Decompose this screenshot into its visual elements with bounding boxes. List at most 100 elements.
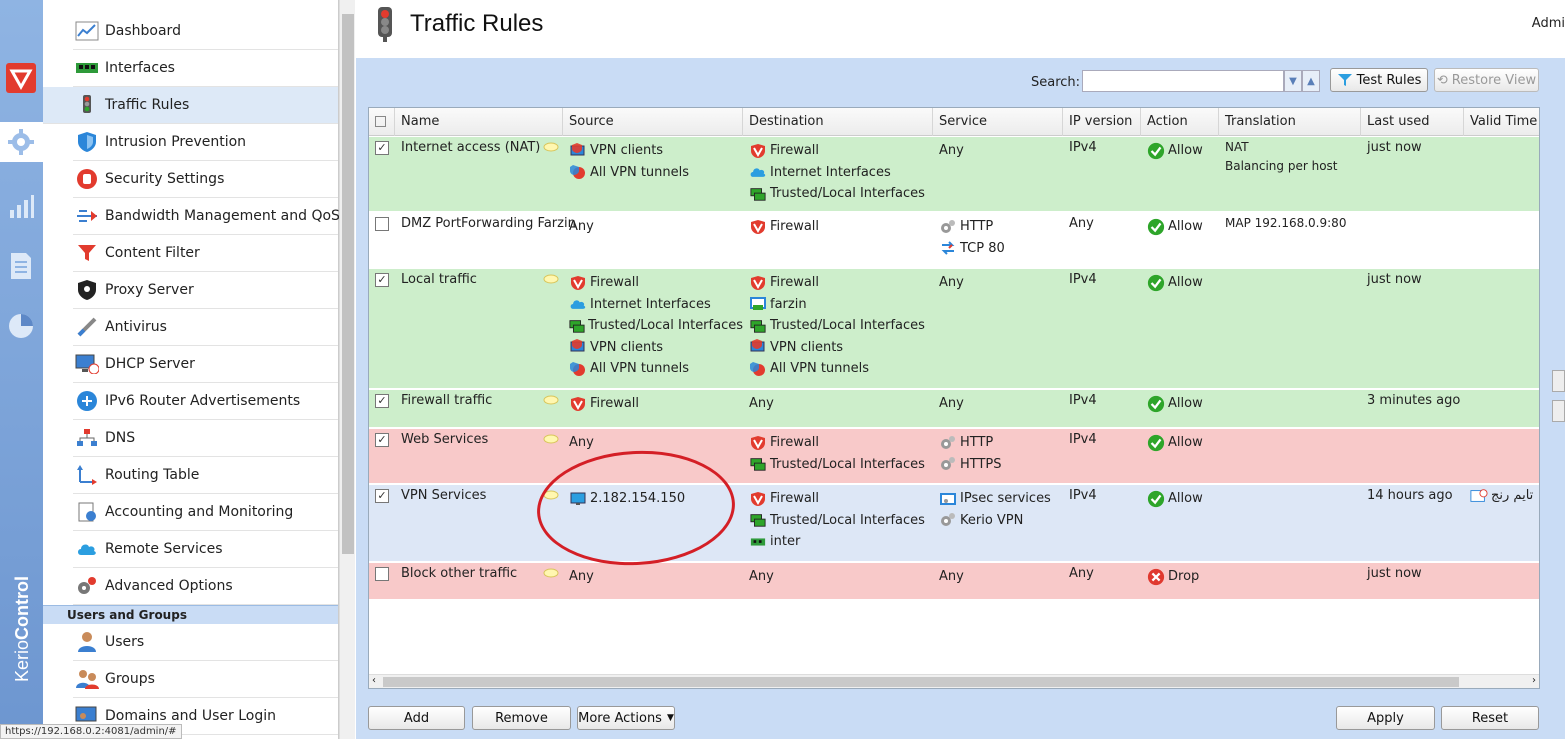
- sidebar-item-users[interactable]: Users: [73, 624, 338, 661]
- table-row[interactable]: ✓ Local traffic Firewall Internet Interface…: [369, 269, 1539, 389]
- sidebar-item-content-filter[interactable]: Content Filter: [73, 235, 338, 272]
- sidebar-item-remote-services[interactable]: Remote Services: [73, 531, 338, 568]
- sidebar-item-proxy-server[interactable]: Proxy Server: [73, 272, 338, 309]
- rule-name[interactable]: Block other traffic: [401, 566, 517, 581]
- add-button[interactable]: Add: [368, 706, 465, 730]
- scrollbar-thumb[interactable]: [342, 14, 354, 554]
- column-header-action[interactable]: Action: [1141, 108, 1219, 136]
- table-row[interactable]: ✓ Internet access (NAT) VPN clients All VPN…: [369, 137, 1539, 212]
- rule-enabled-checkbox[interactable]: ✓: [375, 141, 389, 155]
- configuration-gear-icon[interactable]: [5, 126, 37, 158]
- sidebar-item-ipv6-router-advertisements[interactable]: IPv6 Router Advertisements: [73, 383, 338, 420]
- sidebar-item-dashboard[interactable]: Dashboard: [73, 13, 338, 50]
- table-row[interactable]: ✓ Firewall traffic Firewall Any Any IPv4 Allow…: [369, 390, 1539, 428]
- logs-document-icon[interactable]: [5, 250, 37, 282]
- search-input[interactable]: [1082, 70, 1284, 92]
- comment-bubble-icon[interactable]: [543, 141, 559, 152]
- more-actions-button[interactable]: More Actions ▼: [577, 706, 675, 730]
- column-header-last-used[interactable]: Last used: [1361, 108, 1464, 136]
- rule-enabled-checkbox[interactable]: ✓: [375, 273, 389, 287]
- rule-enabled-checkbox[interactable]: ✓: [375, 489, 389, 503]
- rule-name[interactable]: Firewall traffic: [401, 393, 492, 408]
- kerio-logo-icon[interactable]: [5, 62, 37, 94]
- sidebar-item-label: Content Filter: [105, 245, 200, 261]
- column-header-name[interactable]: Name: [395, 108, 563, 136]
- comment-bubble-icon[interactable]: [543, 433, 559, 444]
- column-header-service[interactable]: Service: [933, 108, 1063, 136]
- move-up-button[interactable]: [1552, 370, 1565, 392]
- rule-action: Drop: [1168, 569, 1200, 585]
- rule-name[interactable]: Local traffic: [401, 272, 477, 287]
- destination-item: Firewall: [770, 275, 820, 291]
- sidebar-item-antivirus[interactable]: Antivirus: [73, 309, 338, 346]
- interfaces-icon: [75, 57, 99, 79]
- search-next-icon[interactable]: ▼: [1284, 70, 1302, 92]
- column-header-source[interactable]: Source: [563, 108, 743, 136]
- rule-enabled-checkbox[interactable]: [375, 217, 389, 231]
- destination-item: Trusted/Local Interfaces: [770, 318, 925, 334]
- reset-button[interactable]: Reset: [1441, 706, 1539, 730]
- translation-item: MAP 192.168.0.9:80: [1225, 215, 1347, 230]
- comment-bubble-icon[interactable]: [543, 567, 559, 578]
- rule-enabled-checkbox[interactable]: ✓: [375, 433, 389, 447]
- sidebar-item-accounting-and-monitoring[interactable]: Accounting and Monitoring: [73, 494, 338, 531]
- sidebar-item-label: Traffic Rules: [105, 97, 190, 113]
- translation-item: NAT: [1225, 139, 1249, 154]
- select-all-checkbox[interactable]: [369, 108, 395, 136]
- remove-button[interactable]: Remove: [472, 706, 571, 730]
- ip-version: Any: [1069, 566, 1094, 582]
- source-item: Firewall: [590, 275, 640, 291]
- column-header-valid-time[interactable]: Valid Time: [1464, 108, 1539, 136]
- table-row[interactable]: DMZ PortForwarding Farzin Any Firewall HTTP…: [369, 213, 1539, 268]
- sidebar-item-dhcp-server[interactable]: DHCP Server: [73, 346, 338, 383]
- bandwidth-icon: [75, 205, 99, 227]
- rule-enabled-checkbox[interactable]: ✓: [375, 394, 389, 408]
- sidebar-item-bandwidth-management-and-qos[interactable]: Bandwidth Management and QoS: [73, 198, 340, 235]
- destination-item: Firewall: [770, 143, 820, 159]
- apply-button[interactable]: Apply: [1336, 706, 1435, 730]
- sidebar-item-dns[interactable]: DNS: [73, 420, 338, 457]
- column-header-ip-version[interactable]: IP version: [1063, 108, 1141, 136]
- table-row[interactable]: Block other traffic Any Any Any Any Drop just …: [369, 563, 1539, 600]
- rule-name[interactable]: DMZ PortForwarding Farzin: [401, 216, 576, 231]
- source-item: Internet Interfaces: [590, 296, 711, 312]
- source-item: Trusted/Local Interfaces: [588, 318, 743, 334]
- status-bar-url: https://192.168.0.2:4081/admin/#: [0, 724, 182, 739]
- main-content: Search: ▼ ▲ Test Rules ⟲ Restore View Na…: [356, 58, 1565, 739]
- interface-icon: [749, 296, 767, 312]
- scrollbar-thumb[interactable]: [383, 677, 1459, 687]
- sidebar-item-label: Domains and User Login: [105, 708, 276, 724]
- sidebar-item-intrusion-prevention[interactable]: Intrusion Prevention: [73, 124, 338, 161]
- status-chart-icon[interactable]: [5, 190, 37, 222]
- dhcp-icon: [75, 353, 99, 375]
- rule-name[interactable]: Web Services: [401, 432, 488, 447]
- rule-name[interactable]: Internet access (NAT): [401, 140, 540, 155]
- sidebar-item-routing-table[interactable]: Routing Table: [73, 457, 338, 494]
- traffic-light-icon: [75, 94, 99, 116]
- rule-name[interactable]: VPN Services: [401, 488, 486, 503]
- sidebar-item-label: Intrusion Prevention: [105, 134, 247, 150]
- restore-view-button[interactable]: ⟲ Restore View: [1434, 68, 1539, 92]
- service-icon: [939, 456, 957, 472]
- rule-enabled-checkbox[interactable]: [375, 567, 389, 581]
- sidebar-item-traffic-rules[interactable]: Traffic Rules: [43, 87, 338, 124]
- comment-bubble-icon[interactable]: [543, 394, 559, 405]
- sidebar-scrollbar[interactable]: [339, 0, 355, 739]
- table-row[interactable]: ✓ Web Services Any Firewall Trusted/Local In…: [369, 429, 1539, 484]
- test-rules-button[interactable]: Test Rules: [1330, 68, 1428, 92]
- sidebar-item-groups[interactable]: Groups: [73, 661, 338, 698]
- user-menu[interactable]: Admi: [1532, 16, 1565, 31]
- column-header-destination[interactable]: Destination: [743, 108, 933, 136]
- destination-item: Firewall: [770, 491, 820, 507]
- search-prev-icon[interactable]: ▲: [1302, 70, 1320, 92]
- sidebar-item-security-settings[interactable]: Security Settings: [73, 161, 338, 198]
- destination-item: Any: [749, 396, 774, 412]
- source-item: All VPN tunnels: [590, 164, 690, 180]
- sidebar-item-interfaces[interactable]: Interfaces: [73, 50, 338, 87]
- column-header-translation[interactable]: Translation: [1219, 108, 1361, 136]
- move-down-button[interactable]: [1552, 400, 1565, 422]
- comment-bubble-icon[interactable]: [543, 273, 559, 284]
- table-horizontal-scrollbar[interactable]: ‹ ›: [369, 674, 1539, 688]
- pie-chart-icon[interactable]: [5, 310, 37, 342]
- sidebar-item-advanced-options[interactable]: Advanced Options: [73, 568, 338, 605]
